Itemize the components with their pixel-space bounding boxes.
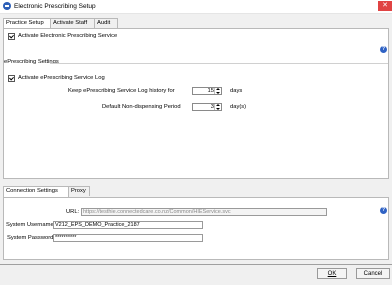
spinner-arrows-icon[interactable] xyxy=(214,104,221,110)
log-history-stepper[interactable]: 15 xyxy=(192,87,222,95)
title-bar: Electronic Prescribing Setup ✕ xyxy=(0,0,392,14)
group-divider xyxy=(50,63,388,64)
cancel-button[interactable]: Cancel xyxy=(356,268,390,279)
help-icon[interactable]: ? xyxy=(380,46,387,53)
practice-setup-panel: Activate Electronic Prescribing Service … xyxy=(3,28,389,179)
non-dispensing-unit: day(s) xyxy=(230,104,247,110)
spinner-arrows-icon[interactable] xyxy=(214,88,221,94)
activate-log-label: Activate ePrescribing Service Log xyxy=(18,75,105,81)
log-history-label: Keep ePrescribing Service Log history fo… xyxy=(68,88,175,94)
url-label: URL: xyxy=(66,209,80,215)
tab-activate-staff[interactable]: Activate Staff xyxy=(50,18,96,28)
non-dispensing-stepper[interactable]: 3 xyxy=(192,103,222,111)
checkmark-icon xyxy=(9,75,14,81)
activate-eps-label: Activate Electronic Prescribing Service xyxy=(18,33,118,39)
system-username-field[interactable]: V212_EPS_DEMO_Practice_2187 xyxy=(53,221,203,229)
ok-button-label: OK xyxy=(327,271,337,277)
eps-setup-window: Electronic Prescribing Setup ✕ Practice … xyxy=(0,0,392,285)
tab-audit[interactable]: Audit xyxy=(94,18,118,28)
close-button[interactable]: ✕ xyxy=(378,1,392,11)
log-history-unit: days xyxy=(230,88,243,94)
tab-proxy[interactable]: Proxy xyxy=(68,186,90,196)
help-icon[interactable]: ? xyxy=(380,207,387,214)
system-password-field[interactable]: ********** xyxy=(53,234,203,242)
non-dispensing-label: Default Non-dispensing Period xyxy=(102,104,181,110)
footer-divider xyxy=(0,264,392,265)
connection-settings-panel: URL: https://testhie.connectedcare.co.nz… xyxy=(3,197,389,260)
app-icon xyxy=(3,2,11,10)
system-username-label: System Username: xyxy=(6,222,56,228)
checkmark-icon xyxy=(9,33,14,39)
activate-log-checkbox[interactable] xyxy=(8,75,15,82)
tab-connection-settings[interactable]: Connection Settings xyxy=(3,186,69,197)
url-field[interactable]: https://testhie.connectedcare.co.nz/Comm… xyxy=(81,208,327,216)
ok-button[interactable]: OK xyxy=(317,268,347,279)
cancel-button-label: Cancel xyxy=(363,271,383,277)
eprescribing-settings-heading: ePrescribing Settings xyxy=(4,59,59,65)
system-password-label: System Password: xyxy=(7,235,55,241)
window-title: Electronic Prescribing Setup xyxy=(14,3,96,10)
activate-eps-checkbox[interactable] xyxy=(8,33,15,40)
